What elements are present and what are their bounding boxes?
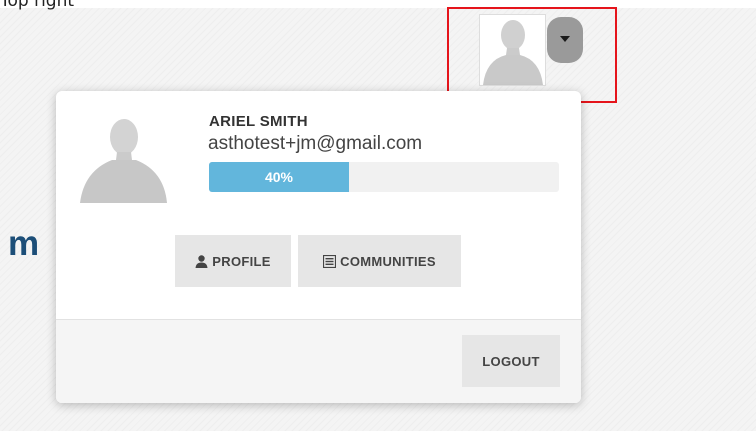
profile-button[interactable]: PROFILE xyxy=(175,235,291,287)
logout-button-label: LOGOUT xyxy=(482,353,540,369)
user-avatar xyxy=(78,113,168,208)
communities-button[interactable]: COMMUNITIES xyxy=(298,235,461,287)
user-email: asthotest+jm@gmail.com xyxy=(208,133,423,154)
account-dropdown: ARIEL SMITH asthotest+jm@gmail.com 40% P… xyxy=(56,91,581,403)
logout-button[interactable]: LOGOUT xyxy=(462,335,560,387)
communities-button-label: COMMUNITIES xyxy=(340,253,436,269)
profile-button-label: PROFILE xyxy=(212,253,271,269)
user-icon xyxy=(195,254,208,268)
list-icon xyxy=(323,254,337,268)
progress-fill: 40% xyxy=(209,162,349,192)
annotation-highlight-box xyxy=(447,7,617,103)
avatar-icon xyxy=(80,119,167,203)
top-caption: Top right xyxy=(0,0,75,11)
user-name: ARIEL SMITH xyxy=(209,113,308,130)
brand-text-fragment: m xyxy=(8,224,40,263)
profile-progress-bar: 40% xyxy=(209,162,559,192)
